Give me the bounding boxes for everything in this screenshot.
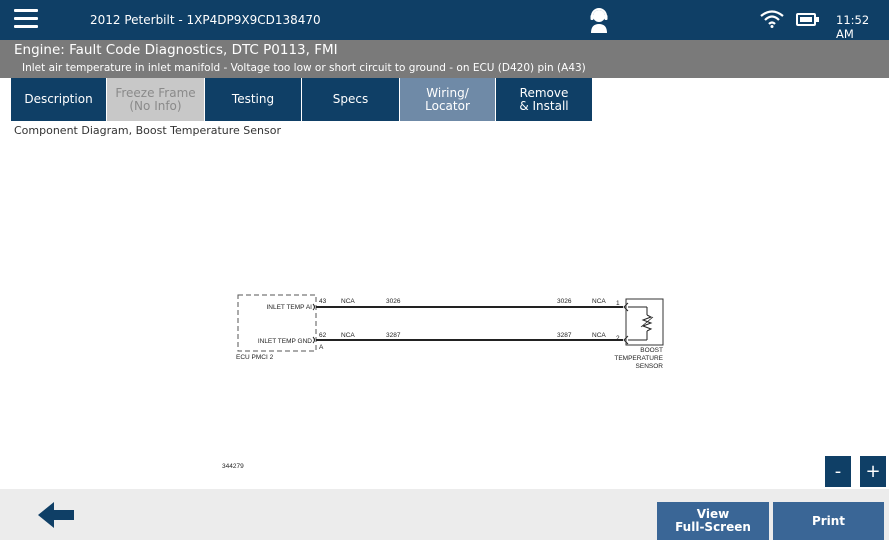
clock: 11:52 AM xyxy=(836,13,870,41)
sensor-label-line1: BOOST xyxy=(640,347,663,354)
sensor-label-line2: TEMPERATURE xyxy=(614,355,663,362)
pin-name-a: INLET TEMP AI xyxy=(266,304,312,311)
wire-code-a-right: NCA xyxy=(592,298,606,305)
top-bar: 2012 Peterbilt - 1XP4DP9X9CD138470 11:52… xyxy=(0,0,889,41)
ecu-label: ECU PMCI 2 xyxy=(236,354,274,361)
tab-wiring-locator[interactable]: Wiring/ Locator xyxy=(400,78,496,121)
wire-code-b-right: NCA xyxy=(592,332,606,339)
hamburger-menu-icon[interactable] xyxy=(14,9,38,29)
fault-title: Engine: Fault Code Diagnostics, DTC P011… xyxy=(14,42,338,58)
vehicle-title: 2012 Peterbilt - 1XP4DP9X9CD138470 xyxy=(90,13,321,27)
wire-code-b-left: NCA xyxy=(341,332,355,339)
wifi-icon xyxy=(760,10,784,28)
wire-number-a-left: 3026 xyxy=(386,298,401,305)
tab-remove-install[interactable]: Remove & Install xyxy=(496,78,593,121)
pin-number-a: 43 xyxy=(319,298,327,305)
connector-letter: A xyxy=(319,344,324,351)
battery-icon xyxy=(796,13,819,26)
wiring-diagram-svg: ECU PMCI 2 INLET TEMP AI 43 NCA 3026 302… xyxy=(222,294,664,470)
pin-number-b: 62 xyxy=(319,332,327,339)
fault-description: Inlet air temperature in inlet manifold … xyxy=(22,62,586,74)
sensor-pin-b: 2 xyxy=(616,335,620,342)
back-arrow-icon[interactable] xyxy=(36,500,76,530)
tab-description[interactable]: Description xyxy=(11,78,107,121)
pin-connector-a xyxy=(312,303,315,311)
sensor-label-line3: SENSOR xyxy=(636,363,664,370)
wire-number-a-right: 3026 xyxy=(557,298,572,305)
wire-code-a-left: NCA xyxy=(341,298,355,305)
view-fullscreen-button[interactable]: View Full-Screen xyxy=(657,502,769,540)
wire-number-b-left: 3287 xyxy=(386,332,401,339)
section-label: Component Diagram, Boost Temperature Sen… xyxy=(14,124,282,137)
wire-number-b-right: 3287 xyxy=(557,332,572,339)
wiring-diagram: ECU PMCI 2 INLET TEMP AI 43 NCA 3026 302… xyxy=(10,141,889,489)
tab-testing[interactable]: Testing xyxy=(205,78,302,121)
zoom-out-button[interactable]: - xyxy=(825,456,851,487)
tab-bar: Description Freeze Frame (No Info) Testi… xyxy=(0,78,889,121)
sensor-pin-a: 1 xyxy=(616,300,620,307)
print-button[interactable]: Print xyxy=(773,502,884,540)
fault-header: Engine: Fault Code Diagnostics, DTC P011… xyxy=(0,40,889,78)
pin-name-b: INLET TEMP GND xyxy=(258,338,312,345)
sensor-box xyxy=(625,298,664,346)
zoom-in-button[interactable]: + xyxy=(860,456,886,487)
figure-number: 344279 xyxy=(222,463,244,470)
pin-connector-b xyxy=(312,336,315,344)
tab-freeze-frame: Freeze Frame (No Info) xyxy=(107,78,205,121)
support-agent-icon[interactable] xyxy=(589,7,609,33)
thermistor-icon xyxy=(641,314,653,332)
footer-bar: View Full-Screen Print xyxy=(0,489,889,540)
tab-specs[interactable]: Specs xyxy=(302,78,400,121)
